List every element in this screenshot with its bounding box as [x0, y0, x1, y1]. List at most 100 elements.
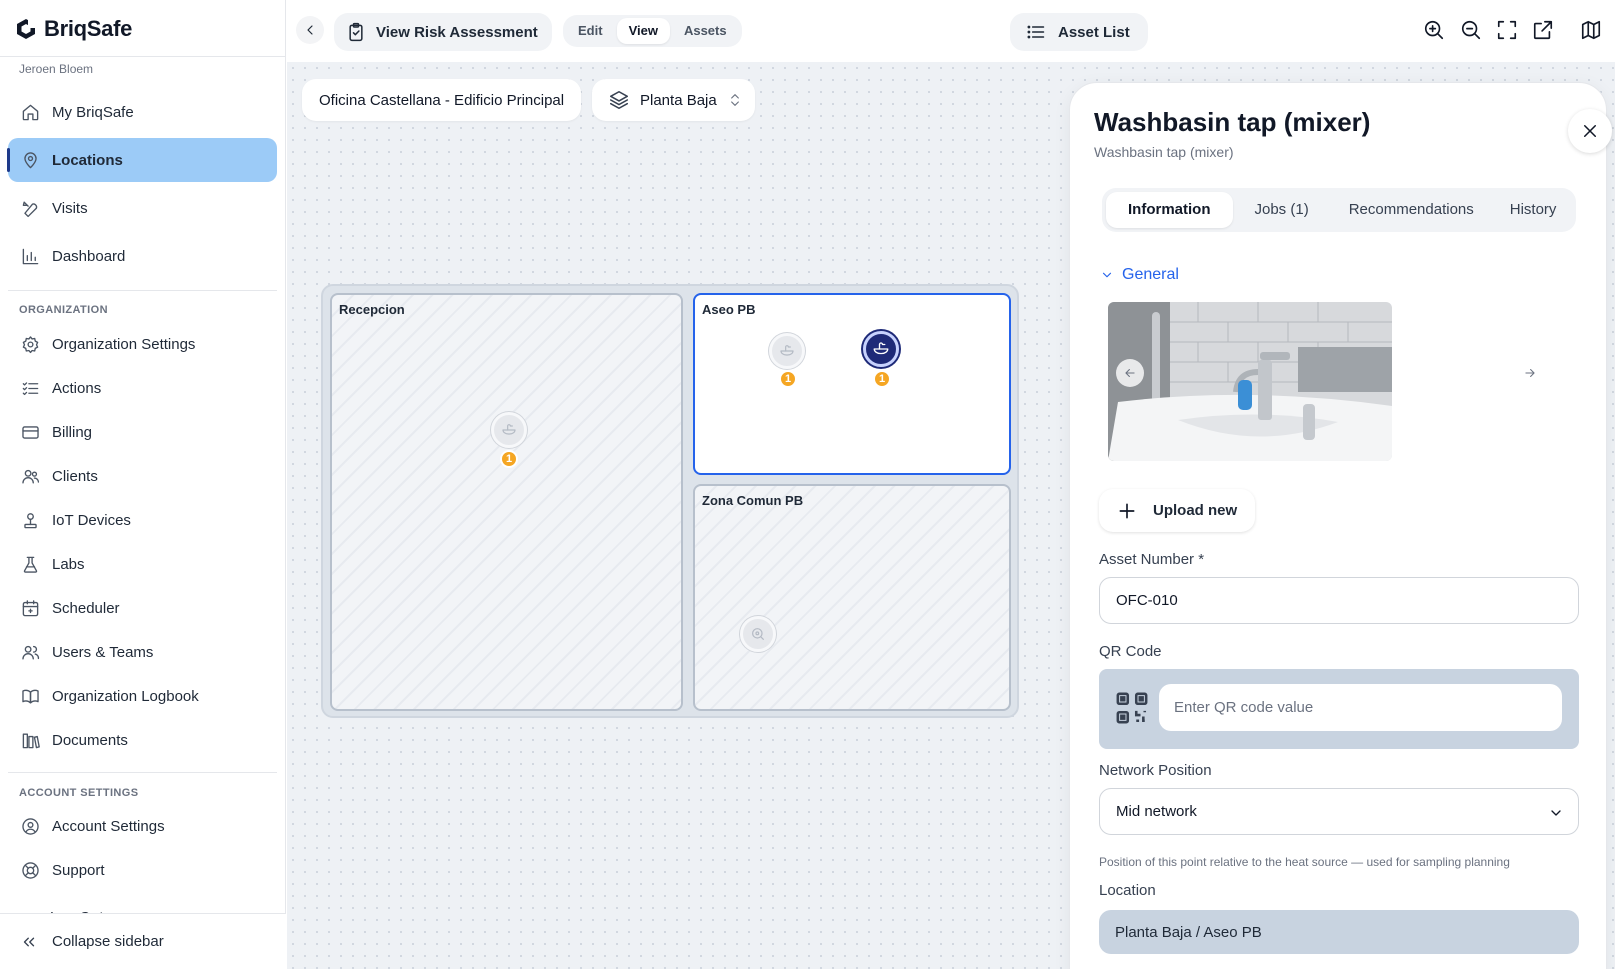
back-button[interactable]	[296, 16, 324, 44]
asset-photo[interactable]	[1108, 302, 1392, 461]
tools-icon	[20, 198, 40, 218]
upload-label: Upload new	[1153, 502, 1238, 519]
nav-label: Dashboard	[52, 247, 126, 265]
nav-label: Labs	[52, 555, 85, 573]
external-link-icon	[1533, 20, 1553, 40]
room-zona-comun-pb[interactable]: Zona Comun PB	[693, 484, 1011, 711]
zoom-out-button[interactable]	[1458, 17, 1484, 43]
nav-log-out[interactable]: Log Out	[50, 904, 103, 913]
fit-screen-button[interactable]	[1494, 17, 1520, 43]
mode-edit[interactable]: Edit	[566, 18, 615, 44]
close-panel-button[interactable]	[1568, 109, 1612, 153]
tab-information[interactable]: Information	[1106, 192, 1233, 228]
room-recepcion[interactable]: Recepcion 1	[330, 293, 683, 711]
nav-visits[interactable]: Visits	[8, 186, 277, 230]
mode-assets[interactable]: Assets	[672, 18, 739, 44]
map-pin-icon	[20, 150, 40, 170]
sidebar: BriqSafe Jeroen Bloem My BriqSafe Locati…	[0, 0, 286, 969]
team-icon	[20, 642, 40, 662]
nav-label: Users & Teams	[52, 643, 154, 661]
tab-recommendations[interactable]: Recommendations	[1331, 192, 1492, 228]
brand-logo[interactable]: BriqSafe	[14, 14, 132, 44]
photo-next-button[interactable]	[1516, 359, 1544, 387]
floor-selector[interactable]: Planta Baja	[592, 79, 755, 121]
open-external-button[interactable]	[1530, 17, 1556, 43]
nav-users-teams[interactable]: Users & Teams	[8, 630, 277, 674]
nav-clients[interactable]: Clients	[8, 454, 277, 498]
qr-code-label: QR Code	[1099, 643, 1162, 660]
asset-marker-selected[interactable]	[863, 331, 899, 367]
section-general-toggle[interactable]: General	[1100, 266, 1179, 284]
nav-billing[interactable]: Billing	[8, 410, 277, 454]
map-view-button[interactable]	[1578, 17, 1604, 43]
building-selector[interactable]: Oficina Castellana - Edificio Principal	[302, 79, 582, 121]
flask-icon	[20, 554, 40, 574]
photo-prev-button[interactable]	[1116, 359, 1144, 387]
nav-dashboard[interactable]: Dashboard	[8, 234, 277, 278]
page-title: View Risk Assessment	[376, 23, 538, 41]
nav-account-settings[interactable]: Account Settings	[8, 804, 277, 848]
list-icon	[1027, 25, 1045, 39]
users-icon	[20, 466, 40, 486]
washbasin-icon	[502, 424, 516, 435]
building-name: Oficina Castellana - Edificio Principal	[319, 91, 565, 109]
nav-support[interactable]: Support	[8, 848, 277, 892]
tab-history[interactable]: History	[1496, 192, 1571, 228]
nav-scheduler[interactable]: Scheduler	[8, 586, 277, 630]
asset-number-input[interactable]: OFC-010	[1099, 577, 1579, 624]
sensor-icon	[20, 510, 40, 530]
clipboard-check-icon	[349, 22, 363, 42]
chevrons-left-icon	[23, 937, 35, 946]
asset-list-button[interactable]: Asset List	[1010, 13, 1148, 51]
search-point-icon	[752, 628, 764, 640]
briqsafe-logo-icon	[17, 19, 38, 39]
network-position-hint: Position of this point relative to the h…	[1099, 855, 1510, 869]
room-label: Aseo PB	[702, 302, 756, 317]
close-icon	[1584, 125, 1596, 137]
nav-locations[interactable]: Locations	[7, 138, 277, 182]
book-open-icon	[20, 686, 40, 706]
divider	[8, 772, 277, 773]
arrow-right-icon	[1525, 368, 1535, 378]
floorplan: Recepcion 1 Aseo PB 1 1 Zona Comun PB	[321, 284, 1019, 718]
washbasin-icon	[780, 345, 794, 356]
nav-label: My BriqSafe	[52, 103, 134, 121]
nav-labs[interactable]: Labs	[8, 542, 277, 586]
nav-iot-devices[interactable]: IoT Devices	[8, 498, 277, 542]
room-label: Recepcion	[339, 302, 405, 317]
tab-jobs[interactable]: Jobs (1)	[1237, 192, 1327, 228]
nav-my-briqsafe[interactable]: My BriqSafe	[8, 90, 277, 134]
nav-actions[interactable]: Actions	[8, 366, 277, 410]
chevron-down-icon	[1551, 810, 1561, 816]
checklist-icon	[20, 378, 40, 398]
nav-label: Visits	[52, 199, 88, 217]
upload-new-button[interactable]: Upload new	[1099, 489, 1256, 532]
asset-marker[interactable]	[491, 412, 527, 448]
view-risk-assessment-button[interactable]: View Risk Assessment	[334, 13, 552, 51]
room-aseo-pb[interactable]: Aseo PB 1 1	[693, 293, 1011, 475]
network-position-select[interactable]: Mid network	[1099, 788, 1579, 835]
nav-label: Organization Logbook	[52, 687, 199, 705]
brand-name: BriqSafe	[44, 16, 133, 41]
nav-label: Documents	[52, 731, 128, 749]
nav-label: Billing	[52, 423, 93, 441]
collapse-sidebar-button[interactable]: Collapse sidebar	[0, 913, 286, 969]
map-icon	[1581, 20, 1601, 40]
location-field: Planta Baja / Aseo PB	[1099, 910, 1579, 954]
nav-documents[interactable]: Documents	[8, 718, 277, 762]
bar-chart-icon	[20, 246, 40, 266]
nav-organization-settings[interactable]: Organization Settings	[8, 322, 277, 366]
zoom-in-button[interactable]	[1421, 17, 1447, 43]
qr-scan-icon[interactable]	[1115, 691, 1149, 725]
asset-marker[interactable]	[740, 616, 776, 652]
chevron-left-icon	[307, 25, 313, 35]
zoom-out-icon	[1461, 20, 1481, 40]
nav-label: Clients	[52, 467, 98, 485]
asset-marker[interactable]	[769, 333, 805, 369]
qr-code-input[interactable]: Enter QR code value	[1159, 684, 1562, 731]
home-icon	[20, 102, 40, 122]
plus-icon	[1119, 503, 1135, 518]
nav-organization-logbook[interactable]: Organization Logbook	[8, 674, 277, 718]
network-position-label: Network Position	[1099, 762, 1212, 779]
mode-view[interactable]: View	[616, 18, 670, 44]
